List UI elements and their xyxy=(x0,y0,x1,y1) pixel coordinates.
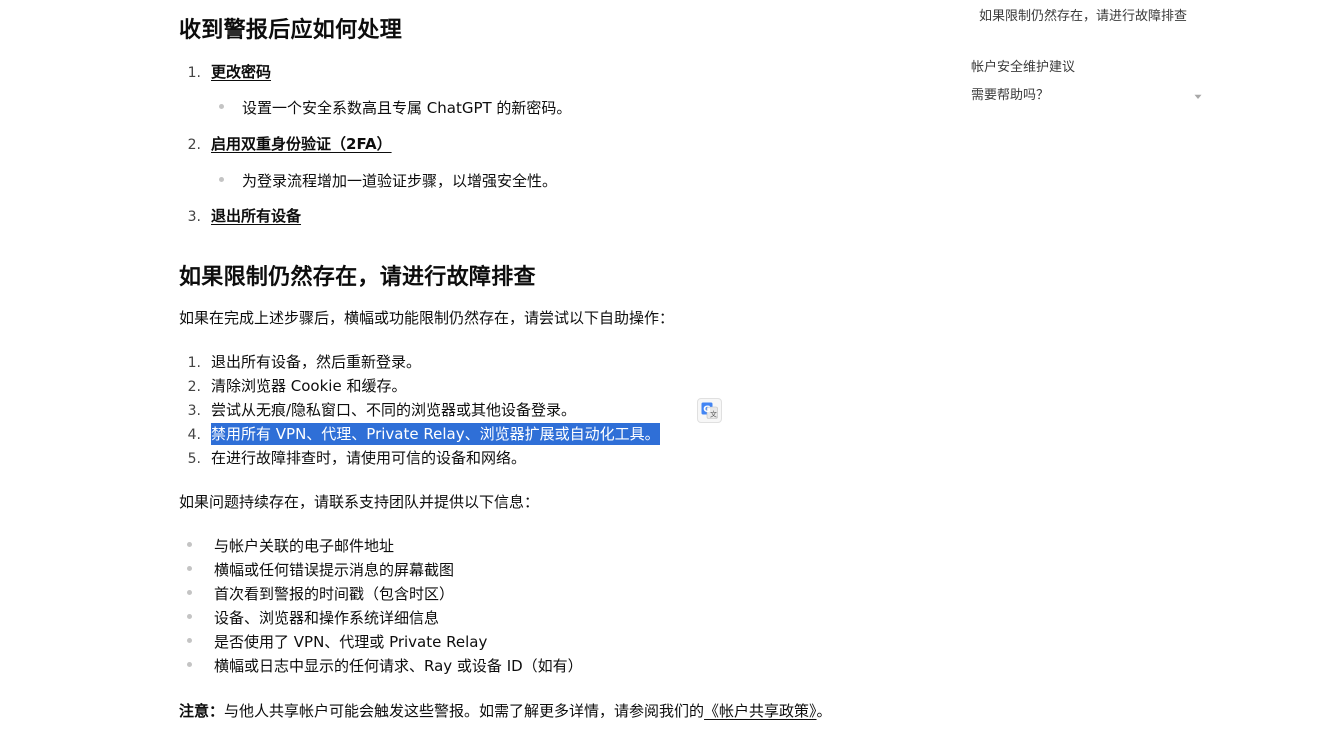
step-number: 3. xyxy=(187,209,201,225)
change-password-link[interactable]: 更改密码 xyxy=(211,63,271,81)
toc-item-need-help[interactable]: 需要帮助吗？ xyxy=(971,84,1049,103)
list-item: 4. 禁用所有 VPN、代理、Private Relay、浏览器扩展或自动化工具。 xyxy=(179,422,660,446)
contact-info-list: 与帐户关联的电子邮件地址 横幅或任何错误提示消息的屏幕截图 首次看到警报的时间戳… xyxy=(179,534,583,678)
troubleshoot-steps-list: 1. 退出所有设备，然后重新登录。 2. 清除浏览器 Cookie 和缓存。 3. 尝… xyxy=(179,350,660,470)
item-text: 横幅或日志中显示的任何请求、Ray 或设备 ID（如有） xyxy=(214,657,583,675)
google-translate-icon: G 文 xyxy=(701,402,718,419)
enable-2fa-link[interactable]: 启用双重身份验证（2FA） xyxy=(211,135,392,153)
alert-step: 1. 更改密码 xyxy=(179,59,271,85)
bullet xyxy=(219,104,224,109)
step-detail-text: 为登录流程增加一道验证步骤，以增强安全性。 xyxy=(242,172,558,190)
list-item: 与帐户关联的电子邮件地址 xyxy=(179,534,583,558)
note-paragraph: 注意：与他人共享帐户可能会触发这些警报。如需了解更多详情，请参阅我们的《帐户共享… xyxy=(179,698,839,724)
bullet xyxy=(187,614,192,619)
alert-step-detail: 设置一个安全系数高且专属 ChatGPT 的新密码。 xyxy=(219,95,571,121)
chevron-down-icon[interactable] xyxy=(1194,94,1202,100)
toc-item-troubleshooting[interactable]: 如果限制仍然存在，请进行故障排查 xyxy=(979,7,1199,27)
alert-step: 2. 启用双重身份验证（2FA） xyxy=(179,131,392,157)
list-item: 横幅或日志中显示的任何请求、Ray 或设备 ID（如有） xyxy=(179,654,583,678)
svg-text:文: 文 xyxy=(710,410,717,419)
item-text: 与帐户关联的电子邮件地址 xyxy=(214,537,395,555)
item-text: 横幅或任何错误提示消息的屏幕截图 xyxy=(214,561,455,579)
account-sharing-policy-link[interactable]: 《帐户共享政策》 xyxy=(704,702,817,720)
heading-alert-handling: 收到警报后应如何处理 xyxy=(179,18,403,43)
step-number: 5. xyxy=(187,451,201,467)
step-number: 2. xyxy=(187,379,201,395)
item-text: 首次看到警报的时间戳（包含时区） xyxy=(214,585,455,603)
step-number: 1. xyxy=(187,355,201,371)
troubleshoot-intro: 如果在完成上述步骤后，横幅或功能限制仍然存在，请尝试以下自助操作： xyxy=(179,309,675,327)
list-item: 是否使用了 VPN、代理或 Private Relay xyxy=(179,630,583,654)
list-item: 1. 退出所有设备，然后重新登录。 xyxy=(179,350,660,374)
toc-item-security-tips[interactable]: 帐户安全维护建议 xyxy=(971,56,1075,75)
step-detail-text: 设置一个安全系数高且专属 ChatGPT 的新密码。 xyxy=(242,99,572,117)
bullet xyxy=(187,662,192,667)
translate-button[interactable]: G 文 xyxy=(697,398,722,423)
alert-step-detail: 为登录流程增加一道验证步骤，以增强安全性。 xyxy=(219,168,557,194)
bullet xyxy=(187,566,192,571)
list-item: 首次看到警报的时间戳（包含时区） xyxy=(179,582,583,606)
step-number: 2. xyxy=(187,137,201,153)
bullet xyxy=(187,638,192,643)
selected-text: 禁用所有 VPN、代理、Private Relay、浏览器扩展或自动化工具。 xyxy=(211,423,660,445)
step-text: 在进行故障排查时，请使用可信的设备和网络。 xyxy=(211,449,527,467)
step-text: 清除浏览器 Cookie 和缓存。 xyxy=(211,377,407,395)
step-number: 3. xyxy=(187,403,201,419)
note-end: 。 xyxy=(816,702,832,720)
list-item: 横幅或任何错误提示消息的屏幕截图 xyxy=(179,558,583,582)
step-number: 4. xyxy=(187,427,201,443)
step-text: 尝试从无痕/隐私窗口、不同的浏览器或其他设备登录。 xyxy=(211,401,577,419)
bullet xyxy=(219,177,224,182)
bullet xyxy=(187,542,192,547)
note-label: 注意： xyxy=(179,702,225,720)
bullet xyxy=(187,590,192,595)
list-item: 设备、浏览器和操作系统详细信息 xyxy=(179,606,583,630)
item-text: 是否使用了 VPN、代理或 Private Relay xyxy=(214,633,488,651)
step-number: 1. xyxy=(187,65,201,81)
step-text: 退出所有设备，然后重新登录。 xyxy=(211,353,422,371)
list-item: 5. 在进行故障排查时，请使用可信的设备和网络。 xyxy=(179,446,660,470)
contact-intro: 如果问题持续存在，请联系支持团队并提供以下信息： xyxy=(179,493,540,511)
list-item: 3. 尝试从无痕/隐私窗口、不同的浏览器或其他设备登录。 xyxy=(179,398,660,422)
heading-troubleshooting: 如果限制仍然存在，请进行故障排查 xyxy=(179,265,536,290)
logout-all-devices-link[interactable]: 退出所有设备 xyxy=(211,207,301,225)
item-text: 设备、浏览器和操作系统详细信息 xyxy=(214,609,440,627)
alert-step: 3. 退出所有设备 xyxy=(179,203,301,229)
list-item: 2. 清除浏览器 Cookie 和缓存。 xyxy=(179,374,660,398)
note-text: 与他人共享帐户可能会触发这些警报。如需了解更多详情，请参阅我们的 xyxy=(224,702,705,720)
